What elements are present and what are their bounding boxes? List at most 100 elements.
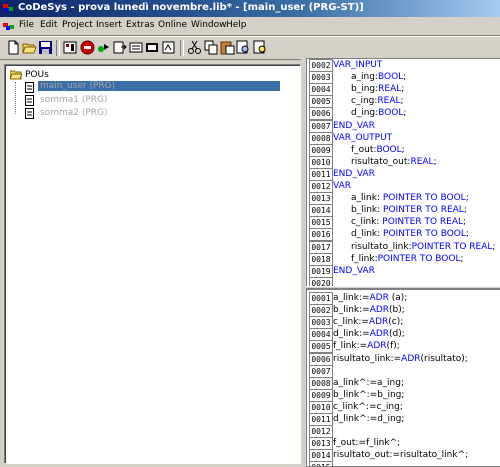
stop-icon[interactable] — [80, 40, 95, 55]
code-line[interactable]: 0014 risultato_out:=risultato_link^; — [307, 449, 500, 463]
code-text: risultato_out:=risultato_link^; — [333, 450, 469, 461]
login-icon[interactable] — [63, 40, 78, 55]
code-line[interactable]: 0016 d_link: POINTER TO BOOL; — [307, 228, 500, 242]
codesys-app-icon[interactable] — [3, 3, 14, 13]
body-editor[interactable]: 0001 a_link:=ADR (a); 0002 b_link:=ADR(b); 0… — [306, 289, 500, 467]
line-number: 0011 — [309, 413, 333, 426]
code-line[interactable]: 0010 c_link^:=c_ing; — [307, 400, 500, 414]
step-in-icon[interactable] — [145, 40, 160, 55]
menu-bar: File Edit Project Insert Extras Online W… — [0, 17, 500, 36]
line-number: 0016 — [309, 228, 333, 242]
code-line[interactable]: 0015 c_link: POINTER TO REAL; — [307, 216, 500, 230]
window-title: CoDeSys - prova lunedì novembre.lib* - [… — [18, 2, 364, 13]
save-icon[interactable] — [38, 40, 53, 55]
code-line[interactable]: 0019 END_VAR — [307, 264, 500, 278]
code-text: d_link^:=d_ing; — [333, 414, 405, 424]
code-text: a_link:=ADR (a); — [333, 293, 408, 303]
code-line[interactable]: 0017 risultato_link:POINTER TO REAL; — [307, 240, 500, 254]
code-text: b_link^:=b_ing; — [333, 389, 405, 400]
line-number: 0007 — [309, 364, 333, 378]
line-number: 0009 — [309, 388, 333, 402]
code-line[interactable]: 0015 — [307, 461, 500, 466]
pou-tree[interactable]: POUs main_user (PRG) somma1 (PRG) somma2… — [4, 64, 301, 464]
code-line[interactable]: 0005 f_link:=ADR(f); — [307, 340, 500, 354]
code-line[interactable]: 0011 END_VAR — [307, 167, 500, 181]
cut-icon[interactable] — [187, 40, 202, 55]
code-line[interactable]: 0014 b_link: POINTER TO REAL; — [307, 204, 500, 218]
code-line[interactable]: 0010 risultato_out:REAL; — [307, 155, 500, 169]
code-line[interactable]: 0006 d_ing:BOOL; — [307, 107, 500, 121]
code-line[interactable]: 0008 a_link^:=a_ing; — [307, 376, 500, 390]
code-text: f_out:BOOL; — [351, 144, 405, 155]
menu-project[interactable]: Project — [62, 20, 93, 30]
open-icon[interactable] — [22, 40, 37, 55]
line-number: 0006 — [309, 107, 333, 121]
menu-insert[interactable]: Insert — [96, 20, 122, 30]
code-line[interactable]: 0009 f_out:BOOL; — [307, 143, 500, 157]
code-text: a_link^:=a_ing; — [333, 377, 405, 388]
menu-help[interactable]: Help — [226, 20, 247, 30]
tree-item-label: main_user (PRG) — [38, 81, 280, 91]
paste-icon[interactable] — [220, 40, 235, 55]
code-line[interactable]: 0001 a_link:=ADR (a); — [307, 292, 500, 305]
menu-extras[interactable]: Extras — [126, 20, 154, 30]
line-number: 0004 — [309, 328, 333, 342]
code-text: c_link^:=c_ing; — [333, 401, 403, 412]
cycle-icon[interactable] — [161, 40, 176, 55]
code-line[interactable]: 0003 c_link:=ADR(c); — [307, 316, 500, 330]
code-line[interactable]: 0002 VAR_INPUT — [307, 59, 500, 72]
code-line[interactable]: 0012 VAR — [307, 180, 500, 193]
declaration-editor[interactable]: 0002 VAR_INPUT 0003 a_ing:BOOL; 0004 b_ing:RE… — [306, 58, 500, 288]
folder-open-icon — [9, 70, 23, 80]
code-line[interactable]: 0011 d_link^:=d_ing; — [307, 413, 500, 426]
title-bar[interactable]: CoDeSys - prova lunedì novembre.lib* - [… — [0, 0, 500, 17]
code-line[interactable]: 0004 b_ing:REAL; — [307, 83, 500, 97]
code-line[interactable]: 0007 — [307, 364, 500, 378]
code-line[interactable]: 0008 VAR_OUTPUT — [307, 131, 500, 145]
pou-document-icon — [25, 95, 34, 106]
code-line[interactable]: 0018 f_link:POINTER TO BOOL; — [307, 252, 500, 266]
code-line[interactable]: 0002 b_link:=ADR(b); — [307, 304, 500, 318]
menu-file[interactable]: File — [19, 20, 34, 30]
code-text: END_VAR — [333, 120, 375, 131]
find-next-icon[interactable] — [253, 40, 268, 55]
code-line[interactable]: 0009 b_link^:=b_ing; — [307, 388, 500, 402]
code-text: d_link:=ADR(d); — [333, 329, 405, 340]
menu-edit[interactable]: Edit — [40, 20, 57, 30]
line-number: 0010 — [309, 155, 333, 169]
run-icon[interactable] — [96, 40, 111, 55]
code-line[interactable]: 0012 — [307, 425, 500, 439]
step-over-icon[interactable] — [129, 40, 144, 55]
line-number: 0019 — [309, 264, 333, 278]
code-line[interactable]: 0005 c_ing:REAL; — [307, 95, 500, 109]
breakpoint-icon[interactable] — [112, 40, 127, 55]
code-text: f_link:POINTER TO BOOL; — [351, 253, 464, 264]
toolbar-separator — [56, 40, 60, 56]
line-number: 0011 — [309, 167, 333, 181]
code-text: risultato_link:POINTER TO REAL; — [351, 241, 496, 252]
code-text: c_link:=ADR(c); — [333, 317, 404, 328]
code-text: f_link:=ADR(f); — [333, 341, 400, 352]
code-line[interactable]: 0006 risultato_link:=ADR(risultato); — [307, 352, 500, 366]
code-line[interactable]: 0013 a_link: POINTER TO BOOL; — [307, 192, 500, 206]
menu-window[interactable]: Window — [191, 20, 227, 30]
find-icon[interactable] — [236, 40, 251, 55]
line-number: 0014 — [309, 449, 333, 463]
line-number: 0013 — [309, 192, 333, 206]
line-number: 0005 — [309, 95, 333, 109]
copy-icon[interactable] — [204, 40, 219, 55]
line-number: 0003 — [309, 316, 333, 330]
code-line[interactable]: 0004 d_link:=ADR(d); — [307, 328, 500, 342]
code-line[interactable]: 0003 a_ing:BOOL; — [307, 71, 500, 85]
document-window-icon[interactable] — [3, 21, 15, 31]
new-icon[interactable] — [6, 40, 21, 55]
code-line[interactable]: 0013 f_out:=f_link^; — [307, 437, 500, 451]
tree-item-label: somma2 (PRG) — [40, 108, 108, 118]
line-number: 0002 — [309, 304, 333, 318]
line-number: 0008 — [309, 376, 333, 390]
menu-online[interactable]: Online — [158, 20, 187, 30]
code-line[interactable]: 0007 END_VAR — [307, 119, 500, 133]
code-text: VAR — [333, 181, 351, 191]
line-number: 0014 — [309, 204, 333, 218]
line-number: 0008 — [309, 131, 333, 145]
